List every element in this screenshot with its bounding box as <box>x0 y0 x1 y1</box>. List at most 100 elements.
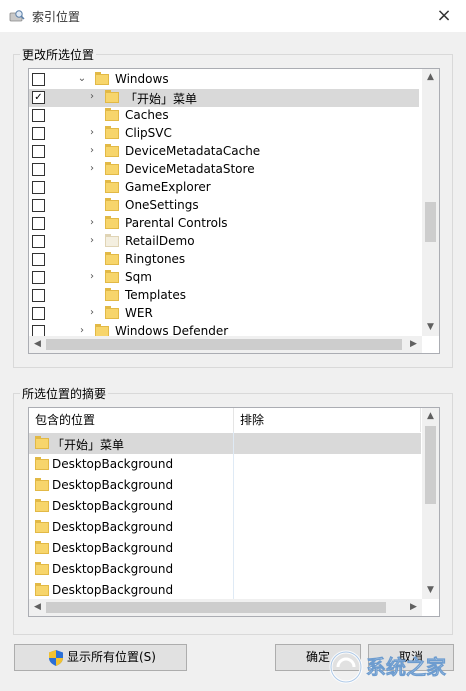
svg-text:系统之家: 系统之家 <box>366 655 447 679</box>
tree-item-checkbox[interactable] <box>32 217 45 230</box>
folder-icon <box>105 288 119 301</box>
summary-row[interactable]: DesktopBackground <box>29 517 421 538</box>
tree-item-label: Caches <box>125 108 169 122</box>
summary-row[interactable]: DesktopBackground <box>29 454 421 475</box>
summary-row[interactable]: DesktopBackground <box>29 559 421 580</box>
chevron-right-icon[interactable]: › <box>87 126 97 140</box>
list-horizontal-scrollbar[interactable]: ◀ ▶ <box>29 599 422 616</box>
tree-item-checkbox[interactable] <box>32 199 45 212</box>
list-vertical-scrollbar[interactable]: ▲ ▼ <box>422 408 439 599</box>
tree-item[interactable]: › DeviceMetadataStore <box>29 161 419 179</box>
tree-item-label: ClipSVC <box>125 126 172 140</box>
tree-item[interactable]: › Parental Controls <box>29 215 419 233</box>
summary-included-cell: DesktopBackground <box>52 520 174 534</box>
summary-row[interactable]: 「开始」菜单 <box>29 433 421 454</box>
folder-icon <box>105 216 119 229</box>
chevron-right-icon[interactable]: › <box>87 234 97 248</box>
tree-item[interactable]: Ringtones <box>29 251 419 269</box>
summary-legend: 所选位置的摘要 <box>20 385 109 402</box>
tree-item-checkbox[interactable] <box>32 73 45 86</box>
tree-item-checkbox[interactable] <box>32 253 45 266</box>
folder-icon <box>35 478 49 491</box>
summary-row[interactable]: DesktopBackground <box>29 580 421 601</box>
tree-item-checkbox[interactable] <box>32 271 45 284</box>
tree-hscroll-thumb[interactable] <box>46 339 402 350</box>
title-bar: 索引位置 × <box>0 0 466 32</box>
list-scroll-right-icon[interactable]: ▶ <box>405 599 422 616</box>
tree-item[interactable]: GameExplorer <box>29 179 419 197</box>
tree-item[interactable]: › WER <box>29 305 419 323</box>
list-scroll-thumb[interactable] <box>425 426 436 504</box>
tree-item-checkbox[interactable] <box>32 289 45 302</box>
list-scroll-left-icon[interactable]: ◀ <box>29 599 46 616</box>
scroll-down-icon[interactable]: ▼ <box>422 319 439 336</box>
folder-icon <box>105 270 119 283</box>
tree-item[interactable]: › ClipSVC <box>29 125 419 143</box>
scroll-up-icon[interactable]: ▲ <box>422 69 439 86</box>
tree-item[interactable]: Templates <box>29 287 419 305</box>
folder-icon <box>105 252 119 265</box>
tree-item-label: Sqm <box>125 270 152 284</box>
folder-icon <box>35 541 49 554</box>
folder-icon <box>105 144 119 157</box>
folder-icon <box>105 306 119 319</box>
tree-vertical-scrollbar[interactable]: ▲ ▼ <box>422 69 439 336</box>
folder-tree[interactable]: › Windows Defender › WER Templates › Sqm Ringto… <box>28 68 440 354</box>
tree-item-checkbox[interactable] <box>32 145 45 158</box>
tree-item-checkbox[interactable] <box>32 109 45 122</box>
folder-icon <box>105 108 119 121</box>
tree-item-label: Ringtones <box>125 252 186 266</box>
tree-scroll-thumb[interactable] <box>425 202 436 242</box>
tree-item[interactable]: Caches <box>29 107 419 125</box>
summary-row[interactable]: DesktopBackground <box>29 496 421 517</box>
column-header-excluded[interactable]: 排除 <box>234 408 421 432</box>
tree-item-checkbox[interactable] <box>32 163 45 176</box>
chevron-right-icon[interactable]: › <box>87 216 97 230</box>
tree-item-checkbox[interactable] <box>32 181 45 194</box>
list-hscroll-thumb[interactable] <box>46 602 386 613</box>
summary-list[interactable]: 包含的位置 排除 「开始」菜单 DesktopBackground DesktopB… <box>28 407 440 617</box>
summary-row[interactable]: DesktopBackground <box>29 475 421 496</box>
tree-item-checkbox[interactable]: ✓ <box>32 91 45 104</box>
tree-item-checkbox[interactable] <box>32 307 45 320</box>
folder-icon <box>105 162 119 175</box>
list-scroll-down-icon[interactable]: ▼ <box>422 582 439 599</box>
chevron-right-icon[interactable]: › <box>87 270 97 284</box>
summary-included-cell: DesktopBackground <box>52 499 174 513</box>
scroll-right-icon[interactable]: ▶ <box>405 336 422 353</box>
tree-item-checkbox[interactable] <box>32 127 45 140</box>
folder-icon <box>35 436 49 449</box>
column-header-included[interactable]: 包含的位置 <box>29 408 234 432</box>
tree-item-label: Parental Controls <box>125 216 228 230</box>
summary-row[interactable]: DesktopBackground <box>29 538 421 559</box>
summary-included-cell: 「开始」菜单 <box>52 438 125 452</box>
tree-horizontal-scrollbar[interactable]: ◀ ▶ <box>29 336 422 353</box>
scroll-left-icon[interactable]: ◀ <box>29 336 46 353</box>
show-all-label: 显示所有位置(S) <box>67 650 156 664</box>
tree-item[interactable]: › DeviceMetadataCache <box>29 143 419 161</box>
chevron-right-icon[interactable]: › <box>87 306 97 320</box>
close-icon[interactable]: × <box>432 4 456 28</box>
tree-item-label: Windows <box>115 72 169 86</box>
tree-item[interactable]: OneSettings <box>29 197 419 215</box>
change-locations-legend: 更改所选位置 <box>20 46 97 63</box>
chevron-right-icon[interactable]: › <box>87 90 97 104</box>
tree-item[interactable]: ✓ › 「开始」菜单 <box>29 89 419 107</box>
tree-item-label: OneSettings <box>125 198 199 212</box>
folder-icon <box>35 499 49 512</box>
column-divider <box>233 432 234 616</box>
tree-item[interactable]: ⌄ Windows <box>29 71 419 89</box>
shield-icon <box>49 650 63 666</box>
folder-icon <box>35 583 49 596</box>
show-all-locations-button[interactable]: 显示所有位置(S) <box>14 644 187 671</box>
tree-item[interactable]: › RetailDemo <box>29 233 419 251</box>
tree-item[interactable]: › Sqm <box>29 269 419 287</box>
list-scroll-up-icon[interactable]: ▲ <box>422 408 439 425</box>
folder-icon <box>105 180 119 193</box>
tree-item-checkbox[interactable] <box>32 235 45 248</box>
watermark-logo: 系统之家 <box>329 650 447 684</box>
summary-included-cell: DesktopBackground <box>52 562 174 576</box>
chevron-right-icon[interactable]: › <box>87 162 97 176</box>
chevron-right-icon[interactable]: › <box>87 144 97 158</box>
chevron-down-icon[interactable]: ⌄ <box>77 72 87 86</box>
